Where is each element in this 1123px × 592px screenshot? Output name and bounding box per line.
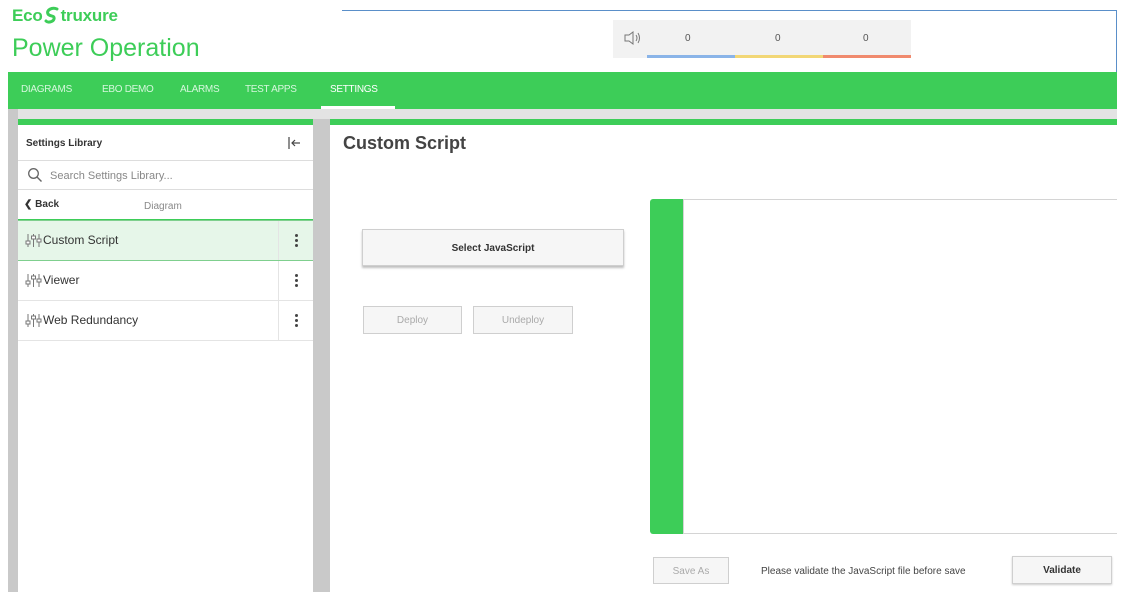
deploy-button[interactable]: Deploy	[363, 306, 462, 334]
nav-test-apps[interactable]: TEST APPS	[245, 84, 297, 95]
alarm-bar-low	[647, 55, 735, 58]
alarm-count-high: 0	[863, 33, 869, 44]
sliders-icon	[25, 234, 42, 247]
library-item-web-redundancy[interactable]: Web Redundancy	[18, 301, 313, 341]
editor-line-gutter	[650, 199, 683, 534]
alarm-count-low: 0	[685, 33, 691, 44]
nav-settings[interactable]: SETTINGS	[330, 84, 378, 95]
sliders-icon	[25, 314, 42, 327]
library-item-viewer[interactable]: Viewer	[18, 261, 313, 301]
nav-alarms[interactable]: ALARMS	[180, 84, 220, 95]
settings-search	[18, 160, 313, 190]
brand-eco-prefix: Eco	[12, 6, 43, 25]
brand-logo: Eco truxure	[12, 6, 118, 29]
sliders-icon	[25, 274, 42, 287]
save-as-button[interactable]: Save As	[653, 557, 729, 584]
validate-message: Please validate the JavaScript file befo…	[761, 566, 966, 577]
content-frame-left	[8, 109, 18, 592]
main-nav: DIAGRAMS EBO DEMO ALARMS TEST APPS SETTI…	[8, 72, 1117, 109]
more-options-icon[interactable]	[278, 301, 314, 340]
library-item-custom-script[interactable]: Custom Script	[18, 220, 313, 261]
chevron-left-icon: ❮	[24, 199, 36, 210]
script-editor[interactable]	[683, 199, 1117, 534]
nav-ebo-demo[interactable]: EBO DEMO	[102, 84, 154, 95]
search-input[interactable]	[48, 166, 302, 186]
alarm-bar-high	[823, 55, 911, 58]
back-button[interactable]: ❮ Back	[24, 199, 59, 210]
panel-accent-bar	[330, 119, 1117, 125]
more-options-icon[interactable]	[278, 221, 314, 260]
nav-diagrams[interactable]: DIAGRAMS	[21, 84, 72, 95]
custom-script-panel: Custom Script Select JavaScript Deploy U…	[330, 119, 1117, 592]
header-divider	[342, 10, 1117, 11]
library-item-label: Viewer	[43, 273, 80, 287]
undeploy-button[interactable]: Undeploy	[473, 306, 573, 334]
select-javascript-button[interactable]: Select JavaScript	[362, 229, 624, 266]
panel-accent-bar	[18, 119, 313, 125]
search-icon	[28, 168, 42, 182]
back-label: Back	[35, 199, 60, 210]
collapse-panel-icon[interactable]	[284, 133, 304, 153]
page-title: Custom Script	[343, 133, 467, 153]
content-frame-top	[8, 109, 1117, 119]
brand-eco-suffix: truxure	[60, 6, 118, 25]
validate-button[interactable]: Validate	[1012, 556, 1112, 584]
settings-library-panel: Settings Library ❮ Back Diagram Custom S…	[18, 119, 313, 592]
library-item-label: Custom Script	[43, 233, 119, 247]
speaker-icon[interactable]	[623, 30, 643, 46]
more-options-icon[interactable]	[278, 261, 314, 300]
app-title: Power Operation	[12, 34, 200, 62]
back-row: ❮ Back Diagram	[18, 191, 313, 220]
header-divider-right	[1116, 10, 1117, 72]
alarm-summary[interactable]: 0 0 0	[613, 20, 911, 58]
alarm-bar-medium	[735, 55, 823, 58]
breadcrumb: Diagram	[144, 201, 182, 212]
settings-library-title: Settings Library	[26, 138, 103, 149]
alarm-count-medium: 0	[775, 33, 781, 44]
ecostruxure-s-icon	[43, 6, 61, 29]
panel-splitter[interactable]	[313, 119, 330, 592]
library-item-label: Web Redundancy	[43, 313, 139, 327]
